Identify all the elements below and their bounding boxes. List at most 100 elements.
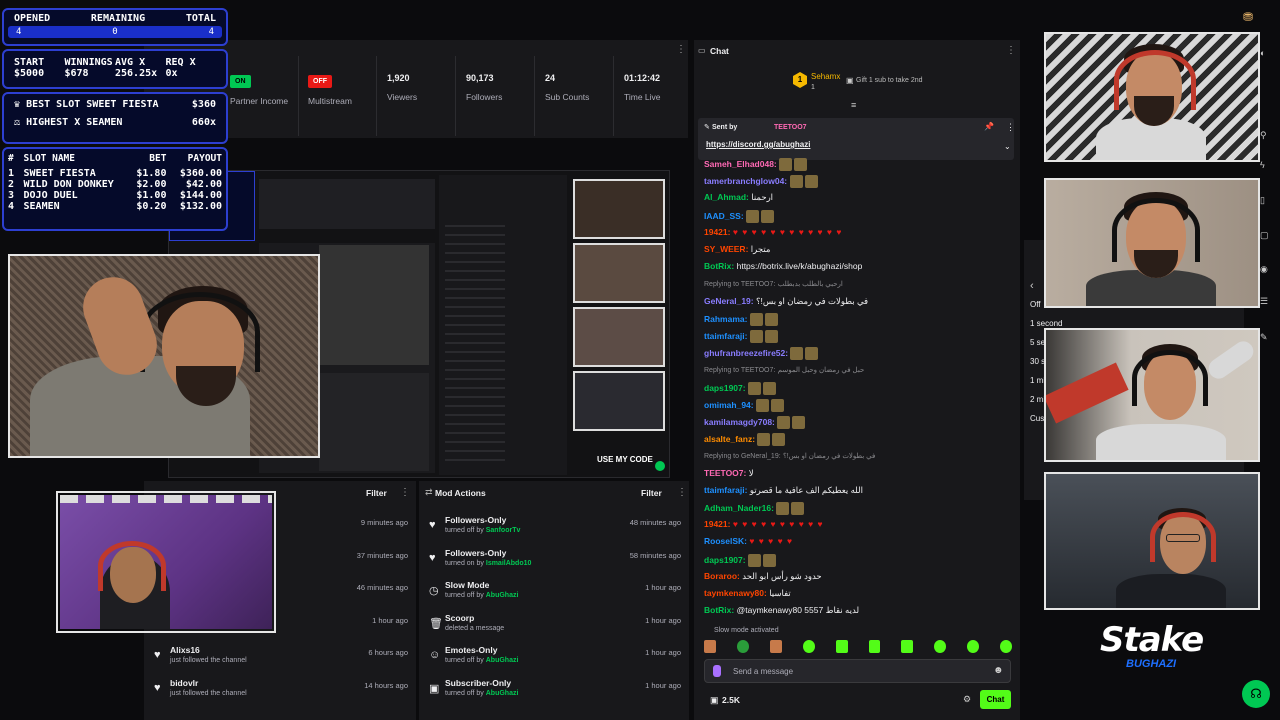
mod-action-user[interactable]: AbuGhazi [486, 592, 519, 599]
chat-username[interactable]: SY_WEER: [704, 244, 748, 254]
settings-gear-icon[interactable]: ⚙ [963, 694, 971, 705]
chevron-down-icon[interactable]: ⌄ [1004, 142, 1011, 151]
swap-icon[interactable]: ⇄ [425, 487, 433, 498]
chat-username[interactable]: Replying to GeNeral_19: [704, 453, 781, 460]
mod-action-user[interactable]: AbuGhazi [486, 657, 519, 664]
chat-username[interactable]: GeNeral_19: [704, 296, 754, 306]
chat-username[interactable]: alsalte_fanz: [704, 434, 755, 444]
chat-username[interactable]: Sameh_Elhad048: [704, 159, 777, 169]
chat-username[interactable]: BotRix: [704, 261, 734, 271]
chat-username[interactable]: RooselSK: [704, 536, 747, 546]
chat-message[interactable]: 19421: ♥ ♥ ♥ ♥ ♥ ♥ ♥ ♥ ♥ ♥ [704, 519, 824, 529]
chevron-left-icon[interactable]: ‹ [1030, 280, 1034, 292]
microphone-icon[interactable] [713, 665, 721, 677]
mod-action-item[interactable]: ♥ Followers-Only turned on by IsmailAbdo10… [419, 546, 689, 578]
filter-icon[interactable]: ≡ [851, 100, 856, 110]
mod-actions-filter-button[interactable]: Filter [641, 488, 662, 498]
emoji-icon[interactable]: ☻ [993, 665, 1004, 676]
chat-username[interactable]: kamilamagdy708: [704, 417, 775, 427]
chat-message[interactable]: RooselSK: ♥ ♥ ♥ ♥ ♥ [704, 536, 793, 546]
chat-username[interactable]: daps1907: [704, 382, 746, 392]
chat-message[interactable]: GeNeral_19: في بطولات في رمضان او بس!؟ [704, 296, 868, 307]
list-icon[interactable]: ☰ [1260, 296, 1268, 307]
chat-username[interactable]: Replying to TEETOO7: [704, 281, 775, 288]
mod-action-item[interactable]: ◷ Slow Mode turned off by AbuGhazi 1 hour a… [419, 578, 689, 610]
chat-message[interactable]: BotRix: @taymkenawy80 5557 لديه نقاط [704, 605, 859, 616]
pencil-icon[interactable]: ✎ [1260, 332, 1268, 343]
gift-prompt[interactable]: Gift 1 sub to take 2nd [856, 77, 923, 84]
chat-username[interactable]: Boraroo: [704, 571, 740, 581]
pinned-link[interactable]: https://discord.gg/abughazi [706, 140, 810, 149]
chat-username[interactable]: ttaimfaraji: [704, 331, 747, 341]
menu-dots-icon[interactable]: ⋮ [400, 487, 410, 498]
menu-dots-icon[interactable]: ⋮ [1006, 45, 1016, 56]
slow-mode-option[interactable]: Off [1030, 300, 1041, 309]
chat-message[interactable]: omimah_94: [704, 398, 786, 412]
menu-dots-icon[interactable]: ⋮ [1006, 122, 1015, 133]
notification-icon[interactable]: ⛃ [1243, 10, 1253, 24]
chat-message[interactable]: Adham_Nader16: [704, 502, 806, 515]
mod-action-item[interactable]: ▣ Subscriber-Only turned off by AbuGhazi 1 … [419, 676, 689, 708]
chat-username[interactable]: Replying to TEETOO7: [704, 367, 775, 374]
chat-username[interactable]: taymkenawy80: [704, 588, 767, 598]
chat-message[interactable]: Boraroo: حدود شو رأس ابو الحد [704, 571, 822, 582]
chat-message[interactable]: Replying to GeNeral_19: في بطولات في رمض… [704, 450, 875, 460]
chat-bubble-icon[interactable]: ▢ [1260, 230, 1269, 241]
chat-username[interactable]: ttaimfaraji: [704, 485, 747, 495]
mod-action-item[interactable]: ☺ Emotes-Only turned off by AbuGhazi 1 hour… [419, 643, 689, 675]
mod-action-user[interactable]: IsmailAbdo10 [486, 560, 532, 567]
chat-message[interactable]: ttaimfaraji: [704, 330, 780, 343]
chat-message[interactable]: IAAD_SS: [704, 209, 776, 223]
chat-message[interactable]: taymkenawy80: تفاسيا [704, 588, 791, 599]
status-badge-off[interactable]: OFF [308, 75, 332, 88]
chat-username[interactable]: tamerbranchglow04: [704, 176, 787, 186]
mod-action-item[interactable]: 🗑 Scoorp deleted a message 1 hour ago [419, 611, 689, 643]
chat-username[interactable]: Rahmama: [704, 314, 747, 324]
unpin-icon[interactable]: 📌 [984, 122, 994, 131]
chat-message[interactable]: ttaimfaraji: الله يعطيكم الف عافية ما قص… [704, 485, 863, 496]
menu-dots-icon[interactable]: ⋮ [677, 487, 687, 498]
chat-message[interactable]: tamerbranchglow04: [704, 175, 820, 189]
pinned-message[interactable]: ✎ Sent by TEETOO7 https://discord.gg/abu… [698, 118, 1015, 160]
chat-message[interactable]: 19421: ♥ ♥ ♥ ♥ ♥ ♥ ♥ ♥ ♥ ♥ ♥ ♥ [704, 227, 842, 237]
activity-item[interactable]: ♥ Alixs16 just followed the channel 6 hours… [144, 643, 416, 675]
support-icon[interactable]: ☊ [1242, 680, 1270, 708]
chat-input[interactable]: Send a message ☻ [704, 659, 1011, 683]
chat-username[interactable]: daps1907: [704, 554, 746, 564]
close-icon[interactable]: ◐ [1260, 48, 1265, 58]
send-chat-button[interactable]: Chat [980, 690, 1011, 709]
chat-message[interactable]: daps1907: [704, 553, 778, 567]
chat-message[interactable]: Sameh_Elhad048: [704, 158, 809, 171]
chat-message[interactable]: kamilamagdy708: [704, 416, 807, 429]
bookmark-icon[interactable]: ▯ [1260, 195, 1265, 206]
activity-filter-button[interactable]: Filter [366, 488, 387, 498]
chat-message[interactable]: daps1907: [704, 381, 778, 395]
chat-username[interactable]: Al_Ahmad: [704, 192, 749, 202]
slow-mode-option[interactable]: 1 second [1030, 319, 1062, 328]
chat-message[interactable]: Rahmama: [704, 312, 780, 326]
chat-username[interactable]: 19421: [704, 227, 730, 237]
chat-username[interactable]: TEETOO7: [704, 468, 746, 478]
chat-message[interactable]: alsalte_fanz: [704, 433, 787, 447]
chat-message[interactable]: Replying to TEETOO7: ارحبي بالطلب بدبطلب [704, 278, 843, 288]
chat-message[interactable]: SY_WEER: متجرا [704, 244, 770, 255]
chat-message[interactable]: Al_Ahmad: ارحمنا [704, 192, 773, 203]
chat-username[interactable]: ghufranbreezefire52: [704, 348, 788, 358]
bolt-icon[interactable]: ϟ [1260, 160, 1265, 170]
chat-username[interactable]: IAAD_SS: [704, 210, 744, 220]
chat-username[interactable]: 19421: [704, 519, 730, 529]
chat-message[interactable]: BotRix: https://botrix.live/k/abughazi/s… [704, 261, 862, 271]
link-icon[interactable]: ⚲ [1260, 130, 1267, 141]
mod-action-user[interactable]: AbuGhazi [486, 690, 519, 697]
chat-username[interactable]: omimah_94: [704, 400, 754, 410]
broadcast-icon[interactable]: ◉ [1260, 264, 1268, 275]
menu-dots-icon[interactable]: ⋮ [676, 44, 686, 55]
chat-message[interactable]: ghufranbreezefire52: [704, 347, 820, 361]
status-badge-on[interactable]: ON [230, 75, 251, 88]
chat-message[interactable]: Replying to TEETOO7: حبل في رمضان وحبل ا… [704, 364, 864, 374]
chat-message[interactable]: TEETOO7: لا [704, 468, 754, 479]
activity-item[interactable]: ♥ bidovlr just followed the channel 14 hour… [144, 676, 416, 708]
chat-username[interactable]: BotRix: [704, 605, 734, 615]
mod-action-user[interactable]: SanfoorTv [486, 527, 521, 534]
mod-action-item[interactable]: ♥ Followers-Only turned off by SanfoorTv 48… [419, 513, 689, 545]
